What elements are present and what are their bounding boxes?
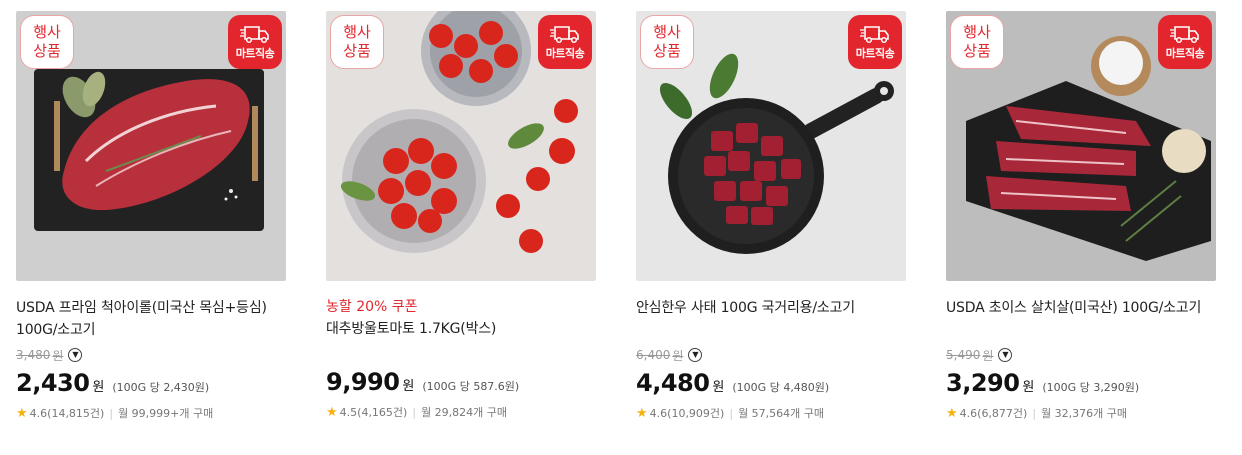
product-grid: 행사 상품 마트직송 USDA 프라임 척아이롤(미국산 목심+등심) 100G…: [16, 11, 1216, 421]
product-card[interactable]: 행사 상품 마트직송 안심한우 사태 100G 국거리용/소고기 6,400 원…: [636, 11, 906, 421]
product-title-line1[interactable]: 대추방울토마토 1.7KG(박스): [326, 318, 596, 340]
mart-delivery-badge: 마트직송: [1158, 15, 1212, 69]
sale-price-unit: 원: [92, 380, 105, 395]
original-price: 5,490: [946, 348, 981, 362]
star-icon: ★: [16, 405, 28, 421]
unit-price: (100G 당 2,430원): [112, 381, 210, 394]
event-badge-line1: 행사: [343, 23, 371, 41]
original-price-row: 3,480 원 ▼: [16, 345, 286, 365]
original-price-row: [326, 344, 596, 364]
star-icon: ★: [636, 405, 648, 421]
product-card[interactable]: 행사 상품 마트직송 USDA 초이스 살치살(미국산) 100G/소고기 5,…: [946, 11, 1216, 421]
price-row: 2,430 원 (100G 당 2,430원): [16, 369, 286, 397]
rating-text: 4.6(6,877건): [959, 407, 1028, 420]
product-title[interactable]: 대추방울토마토 1.7KG(박스): [326, 318, 596, 340]
event-badge-line1: 행사: [653, 23, 681, 41]
price-row: 9,990 원 (100G 당 587.6원): [326, 368, 596, 396]
coupon-promo-label: 농할 20% 쿠폰: [326, 299, 418, 315]
truck-icon: [1170, 25, 1199, 43]
product-card[interactable]: 행사 상품 마트직송 농할 20% 쿠폰 대추방울토마토 1.7KG(박스) 9…: [326, 11, 596, 421]
original-price: 6,400: [636, 348, 671, 362]
mart-delivery-badge: 마트직송: [538, 15, 592, 69]
sale-price: 4,480: [636, 369, 710, 397]
unit-price: (100G 당 3,290원): [1042, 381, 1140, 394]
unit-price: (100G 당 587.6원): [422, 380, 520, 393]
chevron-down-icon[interactable]: ▼: [688, 348, 703, 362]
sale-price-unit: 원: [402, 379, 415, 394]
divider: |: [109, 406, 114, 420]
truck-icon: [240, 25, 269, 43]
original-price-unit: 원: [672, 348, 684, 363]
event-badge-line2: 상품: [963, 42, 991, 60]
rating-text: 4.6(14,815건): [29, 407, 105, 420]
rating-row: ★ 4.5(4,165건) | 월 29,824개 구매: [326, 404, 596, 420]
rating-row: ★ 4.6(14,815건) | 월 99,999+개 구매: [16, 405, 286, 421]
rating-row: ★ 4.6(6,877건) | 월 32,376개 구매: [946, 405, 1216, 421]
event-badge-line1: 행사: [963, 23, 991, 41]
product-title[interactable]: USDA 프라임 척아이롤(미국산 목심+등심) 100G/소고기: [16, 297, 286, 341]
monthly-purchases: 월 29,824개 구매: [421, 406, 508, 419]
price-row: 3,290 원 (100G 당 3,290원): [946, 369, 1216, 397]
star-icon: ★: [946, 405, 958, 421]
event-badge-line2: 상품: [33, 42, 61, 60]
price-row: 4,480 원 (100G 당 4,480원): [636, 369, 906, 397]
truck-icon: [860, 25, 889, 43]
truck-icon: [550, 25, 579, 43]
original-price-row: 5,490 원 ▼: [946, 345, 1216, 365]
monthly-purchases: 월 32,376개 구매: [1041, 407, 1128, 420]
original-price-unit: 원: [52, 348, 64, 363]
product-image[interactable]: 행사 상품 마트직송: [16, 11, 286, 281]
divider: |: [412, 405, 417, 419]
product-image[interactable]: 행사 상품 마트직송: [636, 11, 906, 281]
unit-price: (100G 당 4,480원): [732, 381, 830, 394]
product-image[interactable]: 행사 상품 마트직송: [946, 11, 1216, 281]
divider: |: [729, 406, 734, 420]
event-product-badge: 행사 상품: [20, 15, 74, 69]
event-product-badge: 행사 상품: [640, 15, 694, 69]
event-product-badge: 행사 상품: [330, 15, 384, 69]
chevron-down-icon[interactable]: ▼: [998, 348, 1013, 362]
rating-row: ★ 4.6(10,909건) | 월 57,564개 구매: [636, 405, 906, 421]
sale-price: 2,430: [16, 369, 90, 397]
product-title-line1[interactable]: 안심한우 사태 100G 국거리용/소고기: [636, 297, 906, 319]
original-price: 3,480: [16, 348, 51, 362]
mart-delivery-label: 마트직송: [855, 46, 895, 60]
rating-text: 4.6(10,909건): [649, 407, 725, 420]
product-card[interactable]: 행사 상품 마트직송 USDA 프라임 척아이롤(미국산 목심+등심) 100G…: [16, 11, 286, 421]
monthly-purchases: 월 57,564개 구매: [738, 407, 825, 420]
product-title[interactable]: 안심한우 사태 100G 국거리용/소고기: [636, 297, 906, 341]
monthly-purchases: 월 99,999+개 구매: [118, 407, 214, 420]
event-product-badge: 행사 상품: [950, 15, 1004, 69]
product-title-line1[interactable]: USDA 초이스 살치살(미국산) 100G/소고기: [946, 297, 1216, 319]
mart-delivery-label: 마트직송: [1165, 46, 1205, 60]
event-badge-line2: 상품: [343, 42, 371, 60]
product-image[interactable]: 행사 상품 마트직송: [326, 11, 596, 281]
original-price-unit: 원: [982, 348, 994, 363]
divider: |: [1032, 406, 1037, 420]
star-icon: ★: [326, 404, 338, 420]
event-badge-line2: 상품: [653, 42, 681, 60]
mart-delivery-label: 마트직송: [235, 46, 275, 60]
original-price-row: 6,400 원 ▼: [636, 345, 906, 365]
rating-text: 4.5(4,165건): [339, 406, 408, 419]
product-title-line1[interactable]: USDA 프라임 척아이롤(미국산 목심+등심): [16, 297, 286, 319]
sale-price-unit: 원: [712, 380, 725, 395]
sale-price: 3,290: [946, 369, 1020, 397]
sale-price: 9,990: [326, 368, 400, 396]
product-title[interactable]: USDA 초이스 살치살(미국산) 100G/소고기: [946, 297, 1216, 341]
mart-delivery-badge: 마트직송: [848, 15, 902, 69]
chevron-down-icon[interactable]: ▼: [68, 348, 83, 362]
sale-price-unit: 원: [1022, 380, 1035, 395]
product-title-line2[interactable]: 100G/소고기: [16, 319, 286, 341]
mart-delivery-badge: 마트직송: [228, 15, 282, 69]
event-badge-line1: 행사: [33, 23, 61, 41]
mart-delivery-label: 마트직송: [545, 46, 585, 60]
